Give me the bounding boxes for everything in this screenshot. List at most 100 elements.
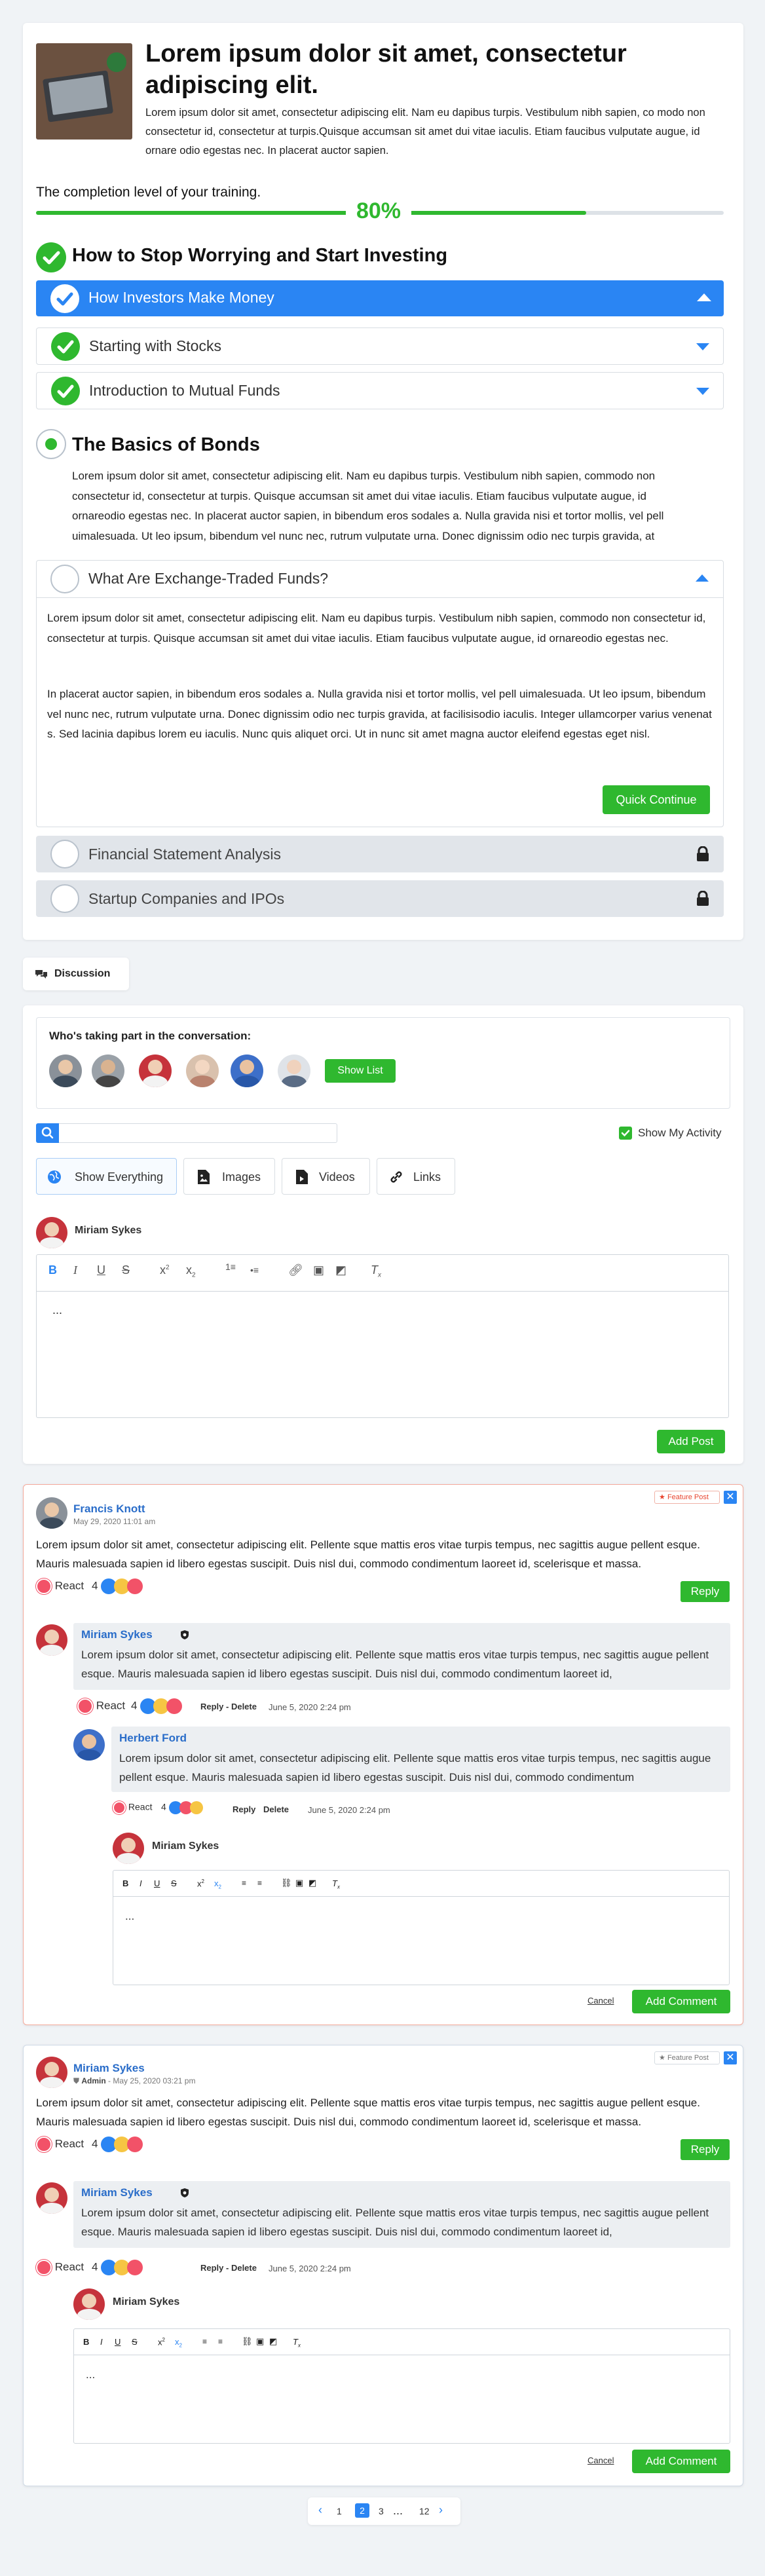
editor-input[interactable]: ...	[86, 2368, 95, 2381]
participant-avatar[interactable]	[92, 1055, 124, 1087]
show-activity-checkbox[interactable]	[619, 1127, 632, 1140]
cancel-button[interactable]: Cancel	[588, 2455, 614, 2465]
filter-links[interactable]: Links	[377, 1158, 455, 1195]
link-icon[interactable]: ⛓	[281, 1878, 292, 1888]
bullet-list-icon[interactable]: •≡	[250, 1265, 259, 1275]
ordered-list-icon[interactable]: ≡	[242, 1878, 246, 1888]
react-button[interactable]: React	[36, 2260, 84, 2275]
quick-continue-button[interactable]: Quick Continue	[603, 785, 710, 814]
show-list-button[interactable]: Show List	[325, 1059, 396, 1083]
italic-button[interactable]: I	[73, 1263, 77, 1277]
add-comment-button[interactable]: Add Comment	[632, 1990, 730, 2013]
video-icon[interactable]: ◩	[269, 2336, 277, 2347]
bold-button[interactable]: B	[122, 1878, 128, 1888]
reply-delete-actions[interactable]: Reply - Delete	[200, 2263, 257, 2273]
underline-button[interactable]: U	[154, 1878, 160, 1888]
reaction-summary[interactable]: 4	[131, 1698, 183, 1714]
image-icon[interactable]: ▣	[295, 1878, 303, 1888]
editor-input[interactable]: ...	[52, 1303, 62, 1317]
filter-videos[interactable]: Videos	[282, 1158, 370, 1195]
react-button[interactable]: React	[36, 1578, 84, 1594]
italic-button[interactable]: I	[100, 2337, 103, 2347]
lesson-row-locked[interactable]: Startup Companies and IPOs	[36, 880, 724, 917]
lesson-row-locked[interactable]: Financial Statement Analysis	[36, 836, 724, 872]
video-icon[interactable]: ◩	[308, 1878, 316, 1888]
italic-button[interactable]: I	[140, 1878, 142, 1888]
reaction-summary[interactable]: 4	[92, 2260, 143, 2275]
participant-avatar[interactable]	[186, 1055, 219, 1087]
participant-avatar[interactable]	[139, 1055, 172, 1087]
show-activity-label[interactable]: Show My Activity	[638, 1127, 722, 1140]
ordered-list-icon[interactable]: 1≡	[225, 1262, 236, 1271]
lesson-row-active[interactable]: How Investors Make Money	[36, 280, 724, 316]
page-link-current[interactable]: 2	[355, 2503, 369, 2518]
strikethrough-button[interactable]: S	[132, 2337, 138, 2347]
feature-post-badge[interactable]: ★ Feature Post	[654, 2051, 720, 2064]
participant-avatar[interactable]	[49, 1055, 82, 1087]
reply-button[interactable]: Reply	[681, 2139, 730, 2160]
reply-author[interactable]: Miriam Sykes	[81, 1628, 153, 1641]
image-icon[interactable]: ▣	[256, 2336, 264, 2347]
reply-button[interactable]: Reply	[681, 1581, 730, 1602]
superscript-button[interactable]: x2	[160, 1263, 170, 1277]
clear-format-icon[interactable]: Tx	[332, 1878, 340, 1890]
reply-author[interactable]: Miriam Sykes	[81, 2186, 153, 2199]
reply-author[interactable]: Herbert Ford	[119, 1732, 187, 1745]
badge-label: Feature Post	[667, 2054, 709, 2062]
bold-button[interactable]: B	[83, 2337, 89, 2347]
superscript-button[interactable]: x2	[158, 2337, 165, 2347]
add-post-button[interactable]: Add Post	[657, 1430, 725, 1453]
subscript-button[interactable]: x2	[186, 1263, 196, 1279]
feature-post-badge[interactable]: ★ Feature Post	[654, 1491, 720, 1504]
page-link[interactable]: 12	[419, 2506, 430, 2516]
subscript-button[interactable]: x2	[214, 1878, 221, 1890]
close-icon[interactable]: ✕	[724, 2051, 737, 2064]
bold-button[interactable]: B	[48, 1263, 57, 1277]
strikethrough-button[interactable]: S	[122, 1263, 130, 1277]
post-author[interactable]: Francis Knott	[73, 1503, 145, 1516]
discussion-tab[interactable]: Discussion	[23, 958, 129, 990]
participant-avatar[interactable]	[278, 1055, 310, 1087]
page-link[interactable]: 3	[379, 2506, 384, 2516]
video-icon[interactable]: ◩	[335, 1263, 346, 1277]
search-input[interactable]	[59, 1123, 337, 1143]
image-icon[interactable]: ▣	[313, 1263, 324, 1277]
superscript-button[interactable]: x2	[197, 1878, 204, 1888]
lesson-label: Starting with Stocks	[89, 337, 221, 354]
chevron-right-icon[interactable]: ›	[439, 2503, 443, 2517]
cancel-button[interactable]: Cancel	[588, 1996, 614, 2006]
filter-images[interactable]: Images	[183, 1158, 275, 1195]
strikethrough-button[interactable]: S	[171, 1878, 177, 1888]
reaction-summary[interactable]: 4	[161, 1801, 203, 1814]
post-author[interactable]: Miriam Sykes	[73, 2062, 145, 2075]
lesson-row[interactable]: Starting with Stocks	[36, 327, 724, 365]
lesson-row[interactable]: Introduction to Mutual Funds	[36, 372, 724, 409]
underline-button[interactable]: U	[115, 2337, 121, 2347]
search-button[interactable]	[36, 1123, 59, 1143]
clear-format-icon[interactable]: Tx	[371, 1263, 381, 1279]
react-button[interactable]: React	[77, 1698, 125, 1714]
reaction-summary[interactable]: 4	[92, 1578, 143, 1594]
reply-delete-actions[interactable]: Reply - Delete	[200, 1702, 257, 1711]
reaction-summary[interactable]: 4	[92, 2137, 143, 2152]
chevron-left-icon[interactable]: ‹	[318, 2503, 322, 2517]
link-icon[interactable]: ⛓	[242, 2336, 253, 2347]
editor-input[interactable]: ...	[125, 1910, 134, 1923]
ordered-list-icon[interactable]: ≡	[202, 2337, 207, 2346]
participant-avatar[interactable]	[231, 1055, 263, 1087]
underline-button[interactable]: U	[97, 1263, 105, 1277]
close-icon[interactable]: ✕	[724, 1491, 737, 1504]
react-button[interactable]: React	[36, 2137, 84, 2152]
filter-show-everything[interactable]: Show Everything	[36, 1158, 177, 1195]
reply-link[interactable]: Reply	[233, 1804, 255, 1814]
bullet-list-icon[interactable]: ≡	[218, 2337, 223, 2346]
add-comment-button[interactable]: Add Comment	[632, 2450, 730, 2473]
bullet-list-icon[interactable]: ≡	[257, 1878, 262, 1888]
page-link[interactable]: 1	[337, 2506, 342, 2516]
delete-link[interactable]: Delete	[263, 1804, 289, 1814]
lesson-header[interactable]: What Are Exchange-Traded Funds?	[36, 560, 724, 598]
link-icon[interactable]: 🔗︎	[288, 1263, 303, 1277]
subscript-button[interactable]: x2	[175, 2337, 182, 2349]
clear-format-icon[interactable]: Tx	[293, 2337, 301, 2349]
react-button[interactable]: React	[113, 1801, 152, 1814]
